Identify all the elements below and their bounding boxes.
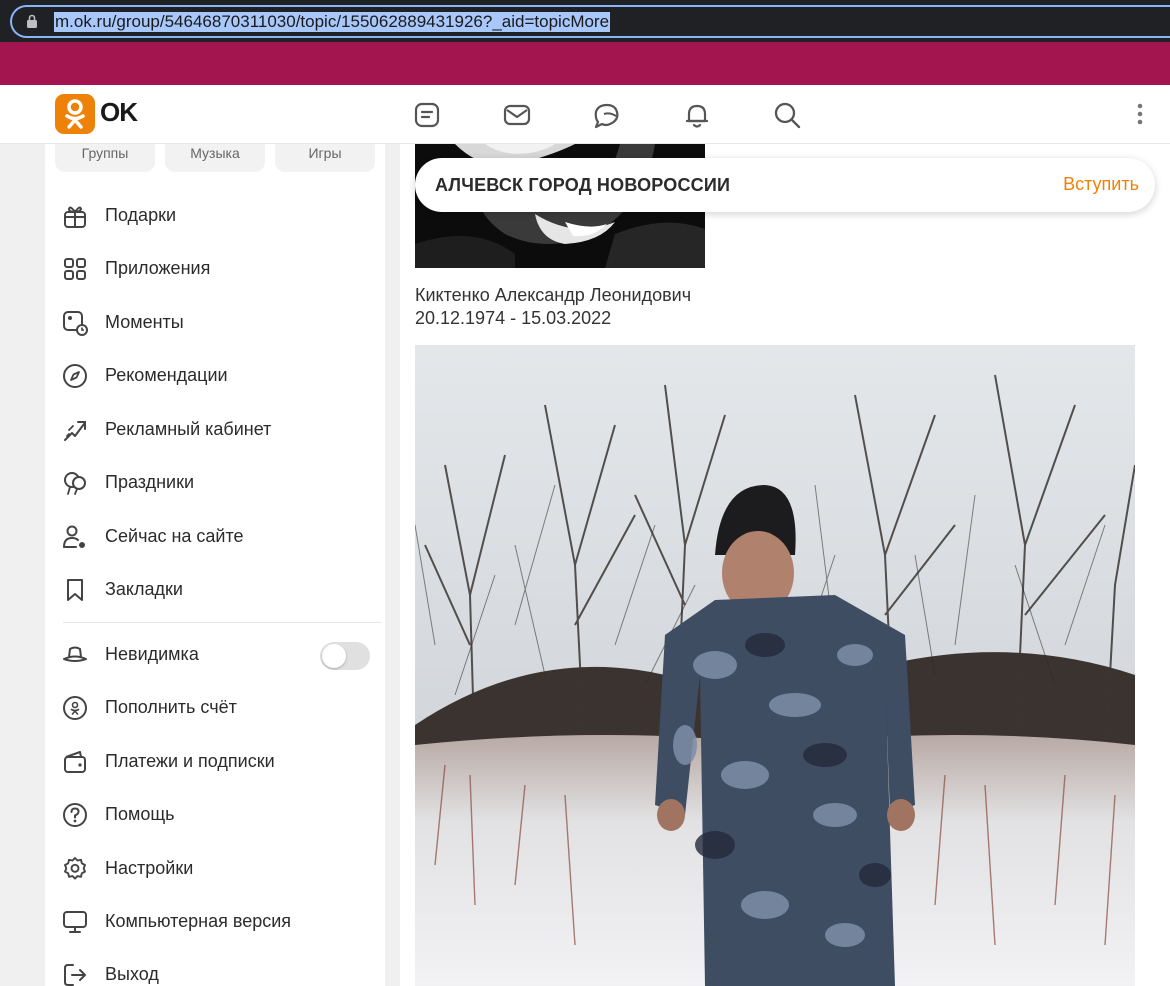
help-icon <box>63 803 87 827</box>
caption-dates: 20.12.1974 - 15.03.2022 <box>415 308 612 328</box>
pill-groups[interactable]: Группы <box>55 144 155 172</box>
feed-icon[interactable] <box>412 100 442 130</box>
discussions-icon[interactable] <box>592 100 622 130</box>
logo-text[interactable]: OK <box>100 97 138 128</box>
ok-header: OK <box>0 85 1170 144</box>
group-header-bar: АЛЧЕВСК ГОРОД НОВОРОССИИ Вступить <box>415 158 1155 212</box>
pill-games[interactable]: Игры <box>275 144 375 172</box>
ads-icon <box>64 421 86 441</box>
ok-coin-icon <box>63 696 87 720</box>
bookmark-icon <box>67 579 83 601</box>
sidebar-item-help[interactable]: Помощь <box>45 793 385 837</box>
online-user-icon <box>63 525 85 548</box>
url-text[interactable]: m.ok.ru/group/54646870311030/topic/15506… <box>54 12 611 32</box>
logout-icon <box>64 964 86 986</box>
toggle-knob <box>322 644 346 668</box>
sidebar-menu: Группы Музыка Игры Подарки Приложения Мо… <box>45 144 385 986</box>
post-photo[interactable] <box>415 345 1135 986</box>
sidebar-item-topup[interactable]: Пополнить счёт <box>45 686 385 730</box>
hat-icon <box>63 646 87 662</box>
sidebar-item-holidays[interactable]: Праздники <box>45 461 385 505</box>
sidebar-item-moments[interactable]: Моменты <box>45 301 385 345</box>
desktop-icon <box>63 911 87 933</box>
sidebar-item-logout[interactable]: Выход <box>45 953 385 986</box>
sidebar-item-invisible[interactable]: Невидимка <box>45 633 385 677</box>
moments-icon <box>63 311 88 336</box>
url-field[interactable]: m.ok.ru/group/54646870311030/topic/15506… <box>10 5 1170 38</box>
sidebar-item-settings[interactable]: Настройки <box>45 847 385 891</box>
ok-logo-icon[interactable] <box>55 94 95 134</box>
notifications-icon[interactable] <box>682 100 712 130</box>
search-icon[interactable] <box>772 100 802 130</box>
header-band <box>0 42 1170 85</box>
wallet-icon <box>64 751 86 773</box>
menu-divider <box>63 622 381 623</box>
invisible-toggle[interactable] <box>320 642 370 670</box>
lock-icon <box>27 14 37 28</box>
more-icon[interactable] <box>1130 99 1150 129</box>
sidebar-item-apps[interactable]: Приложения <box>45 247 385 291</box>
sidebar-item-ads[interactable]: Рекламный кабинет <box>45 408 385 452</box>
sidebar-item-payments[interactable]: Платежи и подписки <box>45 740 385 784</box>
caption-name: Киктенко Александр Леонидович <box>415 285 692 305</box>
balloons-icon <box>64 472 86 495</box>
sidebar-item-online[interactable]: Сейчас на сайте <box>45 515 385 559</box>
join-button[interactable]: Вступить <box>1063 174 1139 195</box>
settings-icon <box>64 857 86 880</box>
pill-music[interactable]: Музыка <box>165 144 265 172</box>
sidebar-item-recommendations[interactable]: Рекомендации <box>45 354 385 398</box>
group-name[interactable]: АЛЧЕВСК ГОРОД НОВОРОССИИ <box>435 175 730 196</box>
compass-icon <box>63 364 87 388</box>
sidebar-item-bookmarks[interactable]: Закладки <box>45 568 385 612</box>
topic-content: Киктенко Александр Леонидович 20.12.1974… <box>400 144 1170 986</box>
sidebar-item-gifts[interactable]: Подарки <box>45 194 385 238</box>
gift-icon <box>64 206 86 228</box>
messages-icon[interactable] <box>502 100 532 130</box>
apps-icon <box>64 258 86 280</box>
sidebar-item-desktop[interactable]: Компьютерная версия <box>45 900 385 944</box>
browser-address-bar: m.ok.ru/group/54646870311030/topic/15506… <box>0 0 1170 42</box>
quick-sections: Группы Музыка Игры <box>55 144 385 172</box>
